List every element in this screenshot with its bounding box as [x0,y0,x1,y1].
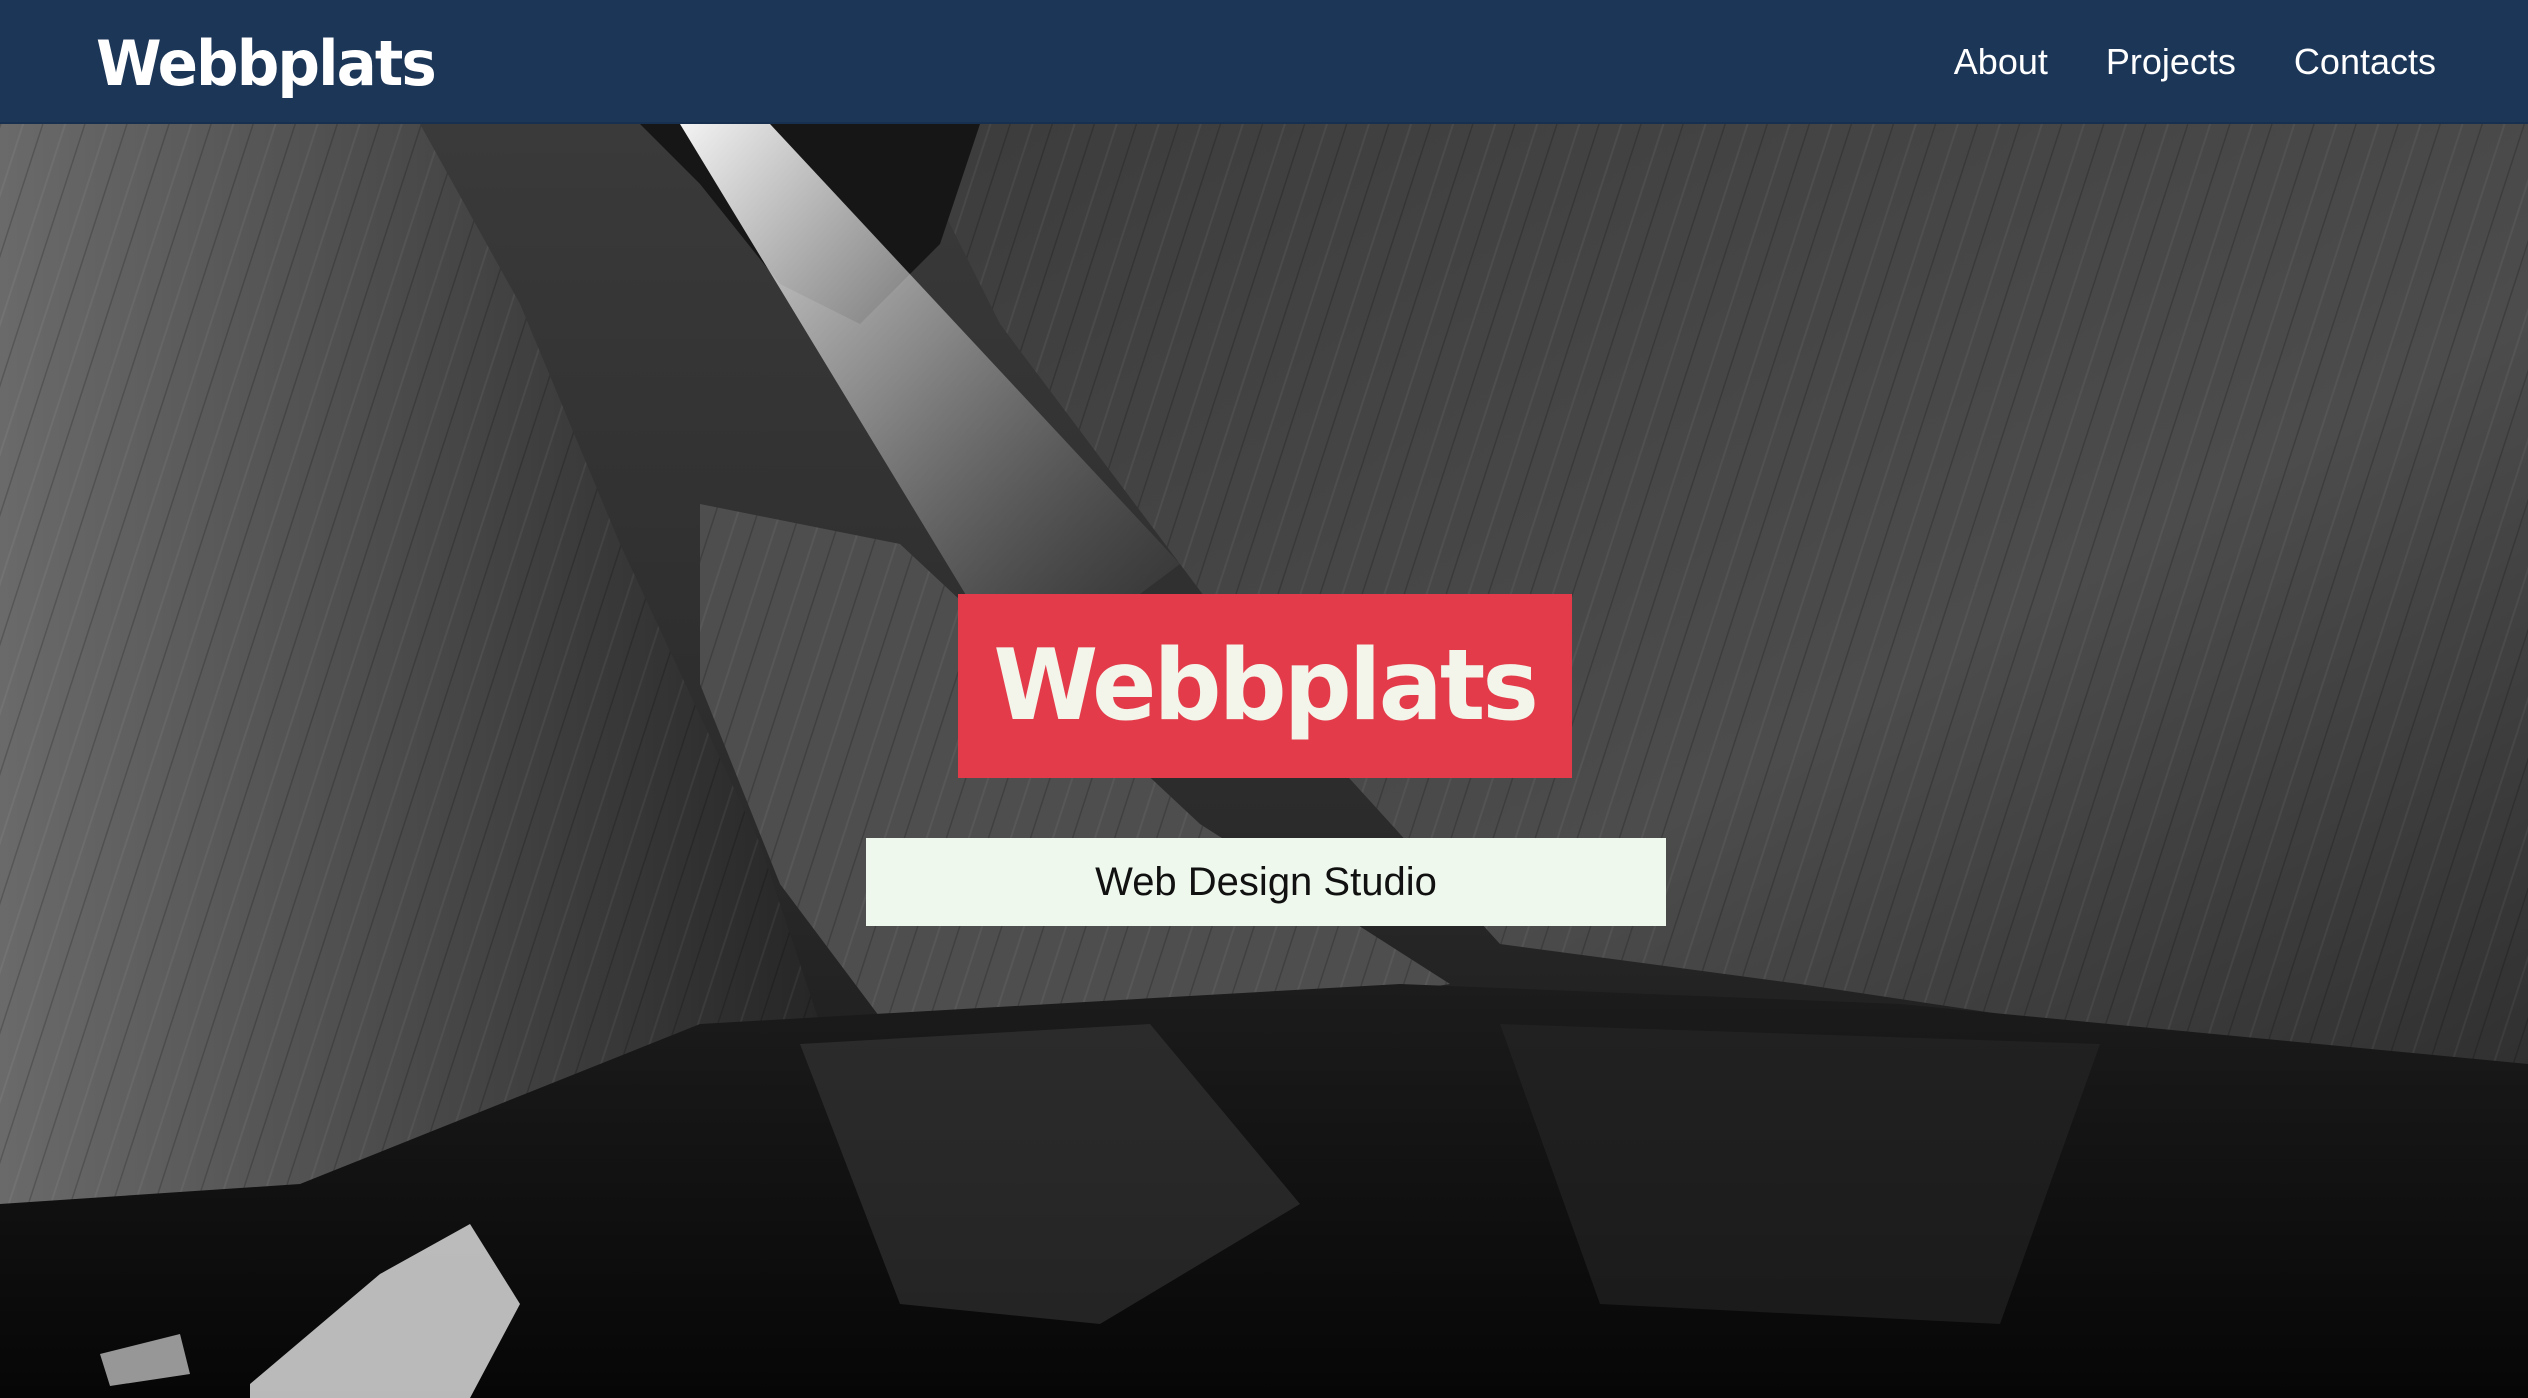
nav-link-contacts[interactable]: Contacts [2294,41,2436,83]
page: Webbplats About Projects Contacts Webbpl… [0,0,2528,1398]
brand-logo-link[interactable]: Webbplats [96,26,437,102]
main-nav: About Projects Contacts [1954,0,2436,124]
hero-section: Webbplats Web Design Studio [0,124,2528,1398]
top-navigation-bar: Webbplats About Projects Contacts [0,0,2528,124]
hero-tagline-box: Web Design Studio [866,838,1666,926]
hero-logo-text: Webbplats [993,629,1540,743]
hero-tagline: Web Design Studio [1095,860,1437,904]
hero-logo-box: Webbplats [958,594,1572,778]
nav-link-projects[interactable]: Projects [2106,41,2236,83]
nav-link-about[interactable]: About [1954,41,2048,83]
